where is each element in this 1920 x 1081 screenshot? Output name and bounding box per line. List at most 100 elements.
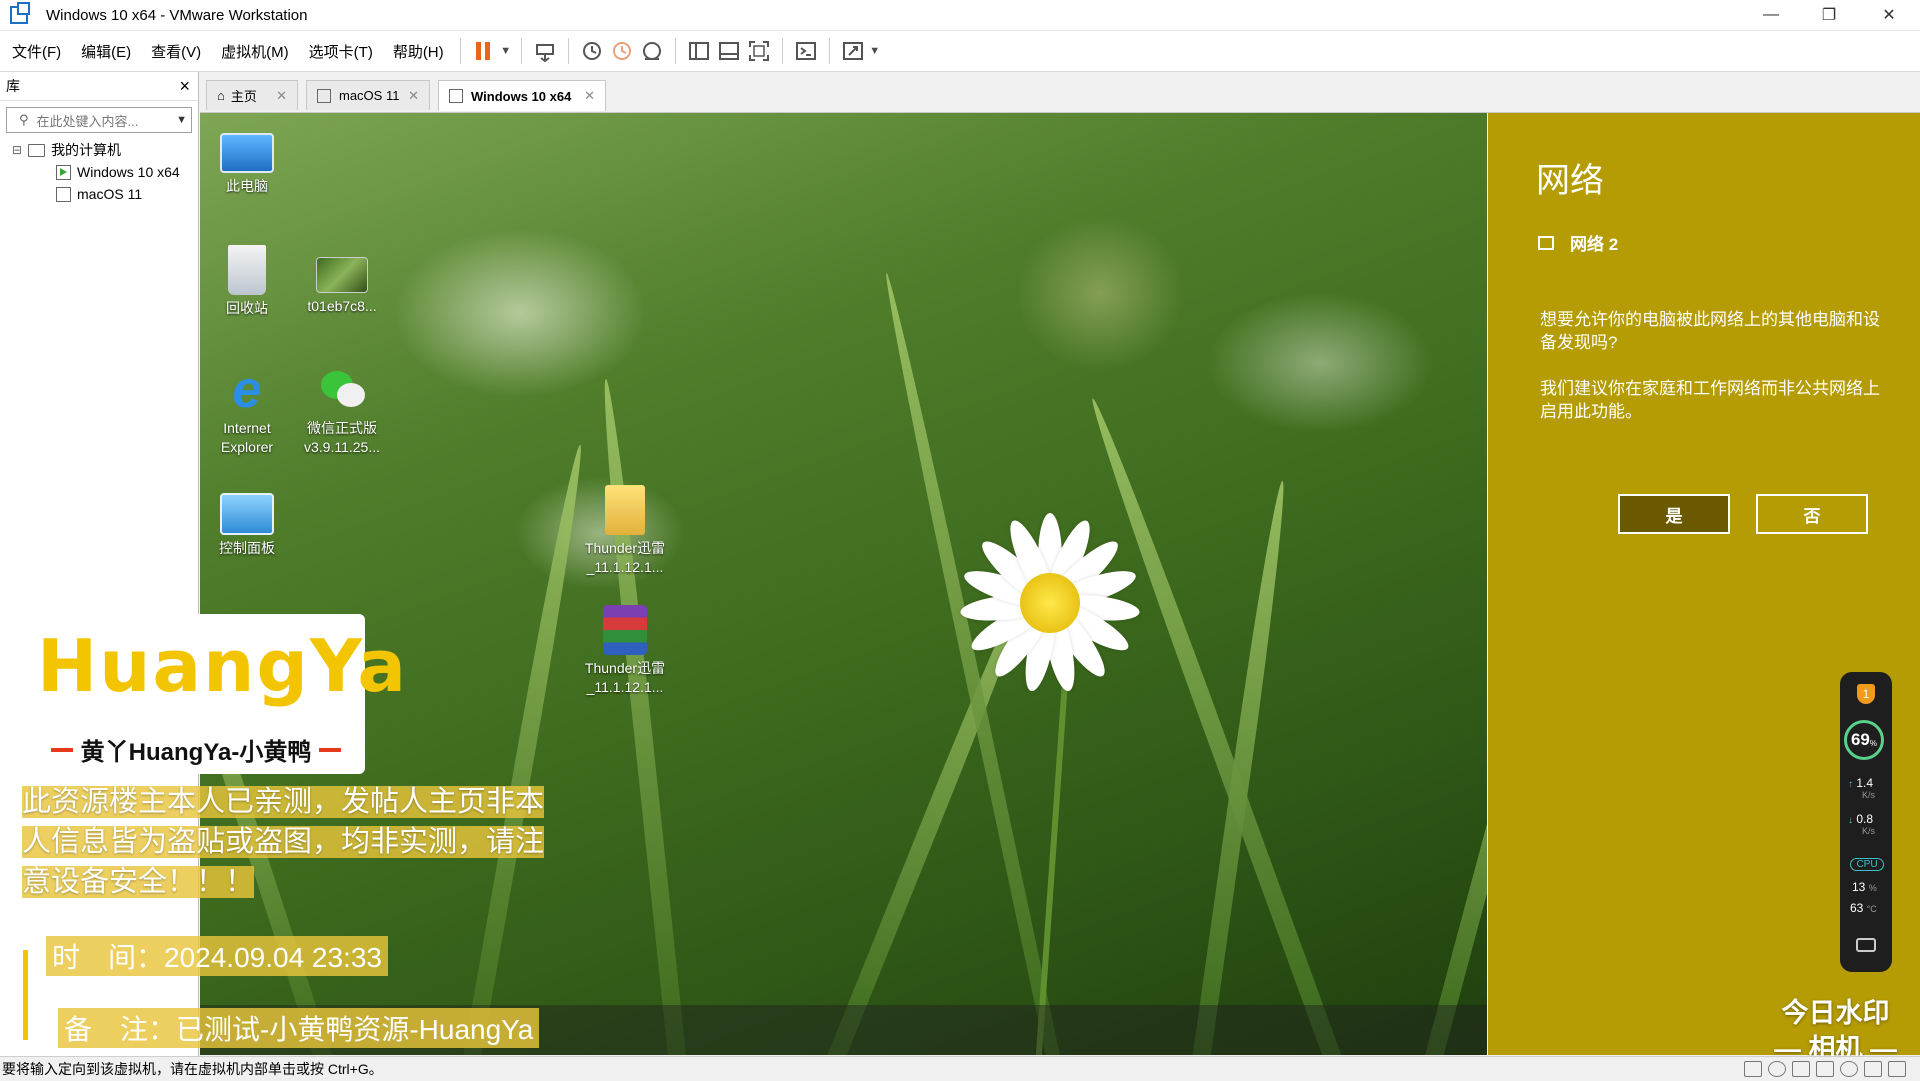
network-name-row: 网络 2	[1538, 230, 1618, 255]
daisy-flower	[959, 513, 1141, 694]
menu-toolbar-bar: 文件(F) 编辑(E) 查看(V) 虚拟机(M) 选项卡(T) 帮助(H) ▼ …	[0, 31, 1920, 72]
network-adapter-icon[interactable]	[1792, 1061, 1810, 1077]
menu-tabs[interactable]: 选项卡(T)	[301, 41, 381, 62]
grass-blade	[1190, 479, 1292, 1055]
send-ctrl-alt-del-icon[interactable]	[530, 36, 560, 66]
console-view-icon[interactable]	[791, 36, 821, 66]
snapshot-manager-icon[interactable]	[637, 36, 667, 66]
image-thumbnail-icon	[316, 257, 368, 293]
menu-vm[interactable]: 虚拟机(M)	[213, 41, 297, 62]
icon-label: Thunder迅雷 _11.1.12.1...	[584, 540, 666, 575]
network-panel-title: 网络	[1536, 162, 1604, 200]
camera-icon[interactable]	[1856, 938, 1876, 952]
menu-help[interactable]: 帮助(H)	[385, 41, 452, 62]
yes-button[interactable]: 是	[1618, 494, 1730, 534]
desktop-icon-recycle-bin[interactable]: 回收站	[202, 245, 292, 318]
menu-file[interactable]: 文件(F)	[4, 41, 69, 62]
close-tab-icon[interactable]: ✕	[408, 88, 419, 104]
toolbar-separator	[674, 38, 676, 64]
grass-blade	[1420, 589, 1487, 1055]
tab-label: macOS 11	[339, 88, 400, 103]
grass-blade	[460, 443, 589, 1055]
desktop-icon-internet-explorer[interactable]: e Internet Explorer	[202, 364, 292, 457]
library-panel: 库 × ⚲ 在此处键入内容... ▼ ⊟ 我的计算机 Windows 10 x6…	[0, 72, 199, 1057]
device-icons	[1738, 1061, 1906, 1077]
winrar-archive-icon	[603, 605, 647, 655]
title-bar: Windows 10 x64 - VMware Workstation — ❐ …	[0, 0, 1920, 31]
discovery-advice: 我们建议你在家庭和工作网络而非公共网络上启用此功能。	[1540, 379, 1880, 421]
toolbar-separator	[567, 38, 569, 64]
performance-monitor-widget[interactable]: 1 69% ↑ 1.4 K/s ↓ 0.8 K/s CPU 13 % 63 °C	[1840, 672, 1892, 972]
tree-item-my-computer[interactable]: ⊟ 我的计算机	[0, 139, 198, 161]
toolbar-separator	[781, 38, 783, 64]
huangya-logo-card: HuangYa 黄丫HuangYa-小黄鸭	[27, 614, 406, 774]
show-thumbnail-bar-icon[interactable]	[714, 36, 744, 66]
menu-view[interactable]: 查看(V)	[143, 41, 209, 62]
cd-drive-icon[interactable]	[1768, 1061, 1786, 1077]
desktop-icon-thunder-folder[interactable]: Thunder迅雷 _11.1.12.1...	[580, 485, 670, 577]
huangya-logo: HuangYa	[37, 624, 409, 708]
close-tab-icon[interactable]: ✕	[584, 88, 595, 104]
logo-subtitle-row: 黄丫HuangYa-小黄鸭	[41, 732, 351, 767]
shield-badge-icon: 1	[1857, 684, 1875, 704]
recycle-bin-icon	[228, 245, 266, 295]
chevron-down-icon[interactable]: ▼	[176, 114, 187, 126]
icon-label: 回收站	[226, 300, 268, 316]
watermark-notice: 此资源楼主本人已亲测，发帖人主页非本人信息皆为盗贴或盗图，均非实测，请注意设备安…	[22, 786, 545, 898]
vm-desktop[interactable]: 此电脑 回收站 t01eb7c8... e Internet Explorer …	[200, 113, 1487, 1055]
tab-label: Windows 10 x64	[471, 88, 572, 104]
restore-button[interactable]: ❐	[1806, 0, 1852, 30]
library-search-input[interactable]: 在此处键入内容...	[37, 111, 177, 130]
pause-dropdown-icon[interactable]: ▼	[499, 36, 513, 66]
stretch-dropdown-icon[interactable]: ▼	[868, 36, 882, 66]
minimize-button[interactable]: —	[1748, 0, 1794, 30]
vmware-app-icon	[10, 2, 30, 24]
search-icon: ⚲	[19, 112, 29, 127]
tab-home[interactable]: ⌂ 主页 ✕	[206, 80, 298, 110]
control-panel-icon	[220, 493, 274, 535]
tab-macos-11[interactable]: macOS 11 ✕	[306, 80, 430, 110]
close-window-button[interactable]: ✕	[1866, 0, 1912, 30]
status-bar: 要将输入定向到该虚拟机，请在虚拟机内部单击或按 Ctrl+G。	[0, 1056, 1920, 1081]
download-arrow-icon: ↓	[1848, 815, 1853, 826]
stretch-guest-icon[interactable]	[838, 36, 868, 66]
menu-edit[interactable]: 编辑(E)	[73, 41, 139, 62]
usb-icon[interactable]	[1840, 1061, 1858, 1077]
desktop-icon-this-pc[interactable]: 此电脑	[202, 125, 292, 196]
hard-disk-icon[interactable]	[1744, 1061, 1762, 1077]
upload-arrow-icon: ↑	[1848, 779, 1853, 790]
snapshot-icon[interactable]	[577, 36, 607, 66]
library-close-button[interactable]: ×	[179, 76, 190, 97]
folder-icon	[605, 485, 645, 535]
desktop-icon-control-panel[interactable]: 控制面板	[202, 485, 292, 558]
cpu-usage-unit: %	[1868, 883, 1877, 893]
home-icon: ⌂	[217, 88, 225, 103]
cpu-temp-value: 63	[1850, 901, 1864, 915]
ethernet-icon	[1538, 235, 1554, 250]
desktop-icon-image-file[interactable]: t01eb7c8...	[297, 245, 387, 316]
desktop-icon-thunder-archive[interactable]: Thunder迅雷 _11.1.12.1...	[580, 605, 670, 697]
message-icon[interactable]	[1888, 1061, 1906, 1077]
show-library-icon[interactable]	[684, 36, 714, 66]
tab-windows-10[interactable]: Windows 10 x64 ✕	[438, 80, 606, 111]
sound-card-icon[interactable]	[1816, 1061, 1834, 1077]
window-title: Windows 10 x64 - VMware Workstation	[46, 6, 308, 24]
tree-expander[interactable]: ⊟	[12, 143, 22, 157]
grass-blade	[596, 377, 688, 1055]
cpu-label: CPU	[1850, 858, 1884, 871]
pause-icon[interactable]	[469, 36, 499, 66]
full-screen-icon[interactable]	[744, 36, 774, 66]
tab-bar: ⌂ 主页 ✕ macOS 11 ✕ Windows 10 x64 ✕	[200, 72, 1920, 113]
revert-snapshot-icon[interactable]	[607, 36, 637, 66]
cpu-usage: 13 %	[1852, 880, 1877, 894]
tree-item-windows-10[interactable]: Windows 10 x64	[0, 161, 198, 183]
watermark-time: 时 间：2024.09.04 23:33	[46, 936, 388, 976]
icon-label: Internet Explorer	[220, 420, 274, 455]
desktop-icon-wechat[interactable]: 微信正式版 v3.9.11.25...	[297, 365, 387, 457]
close-tab-icon[interactable]: ✕	[276, 88, 287, 104]
no-button[interactable]: 否	[1756, 494, 1868, 534]
display-icon[interactable]	[1864, 1061, 1882, 1077]
logo-subtitle: 黄丫HuangYa-小黄鸭	[80, 739, 312, 766]
library-search-box[interactable]: ⚲ 在此处键入内容... ▼	[6, 107, 192, 133]
tree-item-macos-11[interactable]: macOS 11	[0, 183, 198, 205]
